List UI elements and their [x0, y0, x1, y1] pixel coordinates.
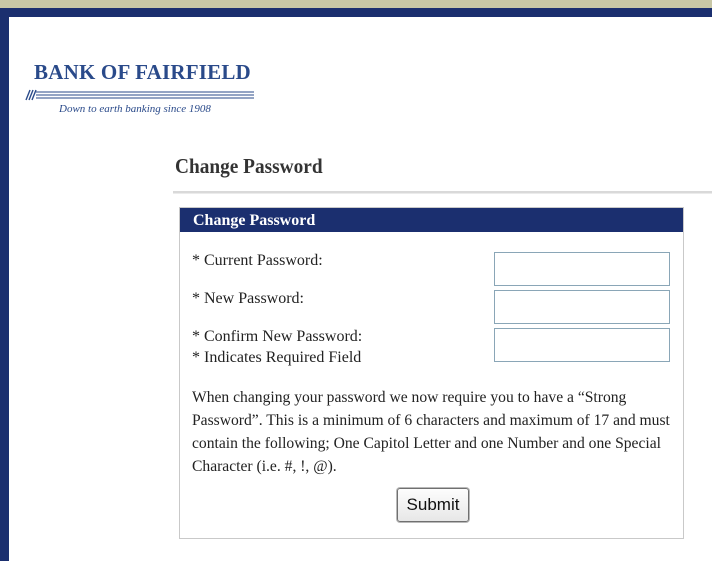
title-divider: [173, 191, 712, 194]
logo-swoosh-lines: [25, 89, 254, 101]
new-password-row: * New Password:: [192, 290, 672, 324]
current-password-label: * Current Password:: [192, 252, 323, 269]
confirm-password-input[interactable]: [494, 328, 670, 362]
new-password-label: * New Password:: [192, 290, 304, 307]
logo-tagline: Down to earth banking since 1908: [59, 103, 211, 115]
current-password-row: * Current Password:: [192, 252, 672, 286]
required-field-note: * Indicates Required Field: [192, 349, 362, 366]
confirm-password-label: * Confirm New Password:: [192, 328, 363, 345]
page-content: BANK OF FAIRFIELD Down to earth banking …: [9, 17, 712, 561]
submit-button[interactable]: Submit: [397, 488, 469, 522]
logo-name: BANK OF FAIRFIELD: [34, 60, 251, 84]
password-rules-text: When changing your password we now requi…: [192, 389, 670, 475]
new-password-input[interactable]: [494, 290, 670, 324]
bank-logo: BANK OF FAIRFIELD Down to earth banking …: [24, 60, 264, 120]
change-password-panel: Change Password * Current Password: * Ne…: [179, 207, 684, 539]
page-title: Change Password: [175, 154, 323, 178]
current-password-input[interactable]: [494, 252, 670, 286]
panel-header: Change Password: [180, 208, 683, 232]
